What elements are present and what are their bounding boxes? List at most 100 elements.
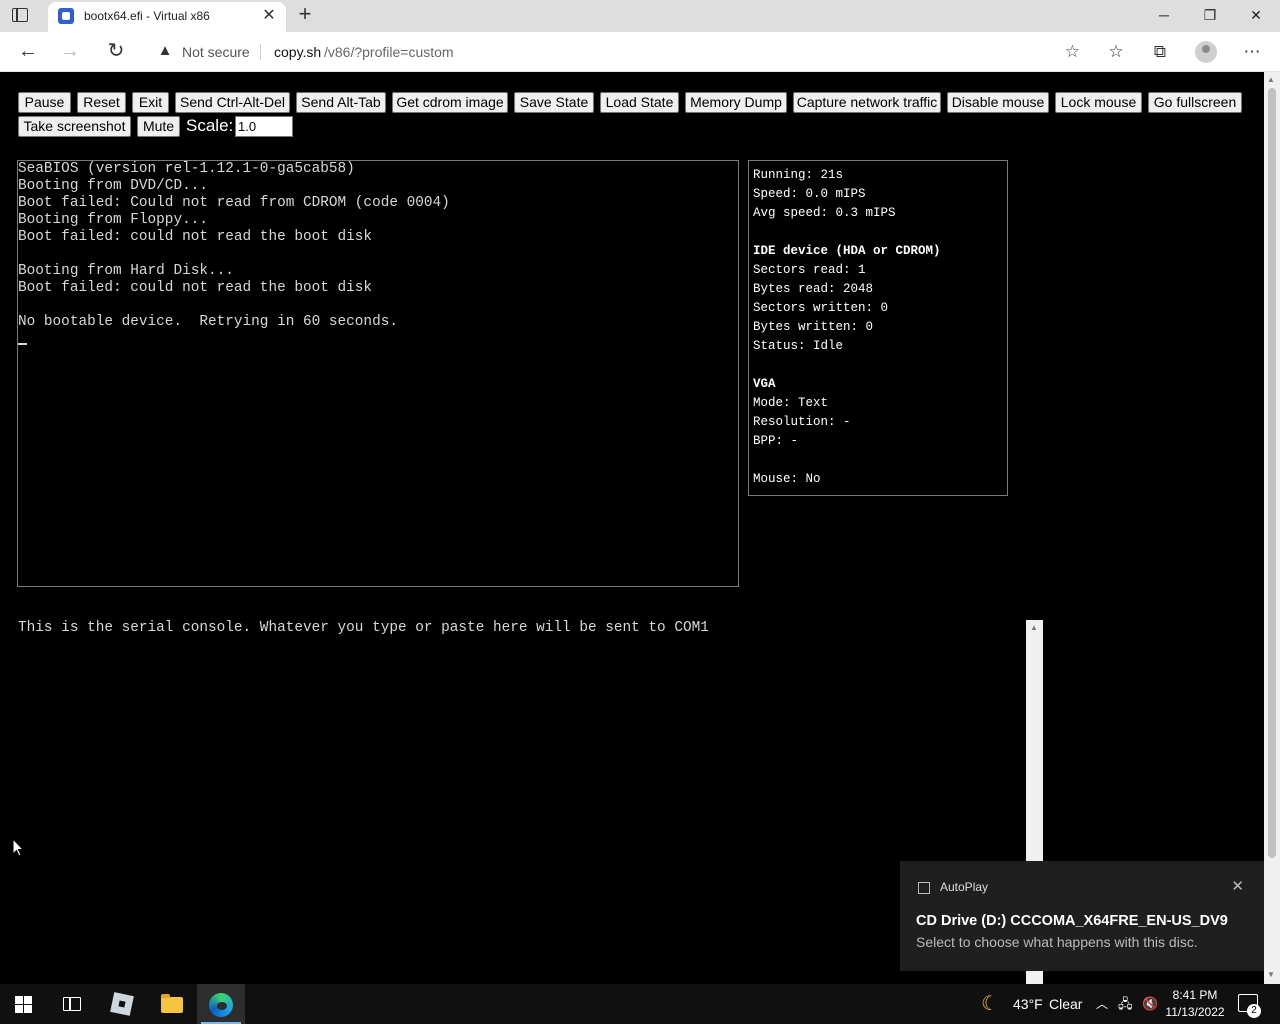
screen-line: Booting from Floppy...	[18, 212, 208, 228]
notification-heading[interactable]: CD Drive (D:) CCCOMA_X64FRE_EN-US_DV9	[916, 913, 1228, 929]
save-state-button[interactable]: Save State	[514, 92, 594, 113]
taskbar: ☾ 43°F Clear ︿ 🖧 🔇 8:41 PM 11/13/2022 2	[0, 984, 1280, 1024]
forward-icon: →	[60, 40, 80, 62]
moon-icon[interactable]: ☾	[981, 984, 999, 1024]
address-separator	[260, 44, 261, 60]
screen-line: Booting from DVD/CD...	[18, 178, 208, 194]
date: 11/13/2022	[1165, 1005, 1225, 1019]
bytes-read: Bytes read: 2048	[753, 282, 874, 296]
scroll-up-icon[interactable]: ▲	[1030, 623, 1038, 632]
url-path[interactable]: /v86/?profile=custom	[324, 44, 454, 60]
take-screenshot-button[interactable]: Take screenshot	[18, 116, 131, 137]
close-tab-icon[interactable]: ✕	[260, 7, 278, 25]
v86-favicon	[58, 8, 74, 24]
disable-mouse-button[interactable]: Disable mouse	[947, 92, 1049, 113]
screen-line: SeaBIOS (version rel-1.12.1-0-ga5cab58)	[18, 161, 355, 177]
edge-app[interactable]	[197, 984, 245, 1024]
collections-icon[interactable]: ⧉	[1148, 40, 1172, 64]
task-view-icon	[63, 997, 81, 1011]
profile-icon[interactable]	[1195, 41, 1217, 63]
notification-body[interactable]: Select to choose what happens with this …	[916, 934, 1198, 950]
avg-speed: Avg speed: 0.3 mIPS	[753, 206, 896, 220]
active-tab[interactable]: bootx64.efi - Virtual x86 ✕	[48, 2, 286, 32]
capture-network-traffic-button[interactable]: Capture network traffic	[793, 92, 941, 113]
warning-icon[interactable]: ▲	[156, 42, 174, 60]
tab-title: bootx64.efi - Virtual x86	[84, 9, 210, 23]
refresh-icon[interactable]: ↻	[102, 38, 130, 66]
scrollbar-thumb[interactable]	[1268, 88, 1276, 858]
weather-text[interactable]: Clear	[1049, 984, 1082, 1024]
autoplay-notification[interactable]: AutoPlay ✕ CD Drive (D:) CCCOMA_X64FRE_E…	[900, 861, 1264, 971]
memory-dump-button[interactable]: Memory Dump	[685, 92, 787, 113]
mouse-status: Mouse: No	[753, 472, 821, 486]
url-host[interactable]: copy.sh	[274, 44, 321, 60]
window-close-icon[interactable]: ✕	[1233, 0, 1279, 32]
scroll-down-icon[interactable]: ▼	[1267, 970, 1275, 979]
ide-heading: IDE device (HDA or CDROM)	[753, 244, 941, 258]
scale-input[interactable]: 1.0	[235, 116, 293, 137]
get-cdrom-image-button[interactable]: Get cdrom image	[392, 92, 508, 113]
address-bar[interactable]: ▲ Not secure copy.sh /v86/?profile=custo…	[146, 36, 1088, 68]
minimize-icon[interactable]: ─	[1141, 0, 1187, 32]
back-icon[interactable]: ←	[14, 38, 42, 66]
task-view-button[interactable]	[48, 984, 96, 1024]
mute-button[interactable]: Mute	[137, 116, 180, 137]
more-icon[interactable]: ⋯	[1240, 40, 1264, 64]
text-cursor	[18, 343, 27, 345]
vga-resolution: Resolution: -	[753, 415, 851, 429]
start-button[interactable]	[0, 984, 48, 1024]
screen-line: No bootable device. Retrying in 60 secon…	[18, 314, 398, 330]
vga-screen[interactable]: SeaBIOS (version rel-1.12.1-0-ga5cab58) …	[17, 160, 739, 587]
security-label[interactable]: Not secure	[182, 44, 250, 60]
speed: Speed: 0.0 mIPS	[753, 187, 866, 201]
show-hidden-icons-icon[interactable]: ︿	[1096, 984, 1108, 1024]
new-tab-icon[interactable]: +	[294, 3, 316, 26]
running-time: Running: 21s	[753, 168, 844, 182]
roblox-app[interactable]	[98, 984, 146, 1024]
sectors-written: Sectors written: 0	[753, 301, 889, 315]
go-fullscreen-button[interactable]: Go fullscreen	[1148, 92, 1242, 113]
send-alt-tab-button[interactable]: Send Alt-Tab	[296, 92, 386, 113]
file-explorer-icon	[161, 994, 183, 1013]
screen-line: Booting from Hard Disk...	[18, 263, 234, 279]
roblox-icon	[110, 992, 134, 1016]
load-state-button[interactable]: Load State	[600, 92, 679, 113]
weather-temp[interactable]: 43°F	[1013, 984, 1043, 1024]
page-scrollbar[interactable]: ▲ ▼	[1264, 72, 1280, 984]
serial-console[interactable]: This is the serial console. Whatever you…	[17, 620, 1043, 984]
tab-actions-icon[interactable]	[12, 8, 28, 22]
address-bar-row: ← → ↻ ▲ Not secure copy.sh /v86/?profile…	[0, 32, 1280, 72]
send-ctrl-alt-del-button[interactable]: Send Ctrl-Alt-Del	[175, 92, 290, 113]
vga-heading: VGA	[753, 377, 776, 391]
screen-line: Boot failed: Could not read from CDROM (…	[18, 195, 450, 211]
favorites-icon[interactable]: ☆	[1104, 40, 1128, 64]
bytes-written: Bytes written: 0	[753, 320, 874, 334]
sectors-read: Sectors read: 1	[753, 263, 866, 277]
restore-icon[interactable]: ❐	[1187, 0, 1233, 32]
exit-button[interactable]: Exit	[132, 92, 169, 113]
clock[interactable]: 8:41 PM 11/13/2022	[1160, 987, 1230, 1021]
start-icon	[15, 996, 32, 1013]
autoplay-icon	[918, 882, 930, 894]
notification-app-name: AutoPlay	[940, 880, 989, 894]
vga-mode: Mode: Text	[753, 396, 829, 410]
scale-label: Scale:	[186, 116, 234, 135]
serial-console-text[interactable]: This is the serial console. Whatever you…	[18, 620, 709, 636]
file-explorer-app[interactable]	[148, 984, 196, 1024]
screen-line: Boot failed: could not read the boot dis…	[18, 280, 373, 296]
volume-icon[interactable]: 🔇	[1142, 984, 1158, 1024]
add-favorite-icon[interactable]: ☆	[1065, 42, 1080, 62]
reset-button[interactable]: Reset	[77, 92, 126, 113]
lock-mouse-button[interactable]: Lock mouse	[1055, 92, 1142, 113]
ide-status: Status: Idle	[753, 339, 844, 353]
page-content: Pause Reset Exit Send Ctrl-Alt-Del Send …	[0, 72, 1264, 984]
notification-count: 2	[1247, 1004, 1261, 1018]
close-icon[interactable]: ✕	[1231, 877, 1244, 895]
scroll-up-icon[interactable]: ▲	[1267, 75, 1275, 84]
network-icon[interactable]: 🖧	[1118, 984, 1133, 1024]
tab-bar: bootx64.efi - Virtual x86 ✕ + ─ ❐ ✕	[0, 0, 1280, 32]
mouse-pointer-icon	[12, 838, 24, 857]
time: 8:41 PM	[1172, 988, 1218, 1002]
vga-bpp: BPP: -	[753, 434, 799, 448]
pause-button[interactable]: Pause	[18, 92, 71, 113]
